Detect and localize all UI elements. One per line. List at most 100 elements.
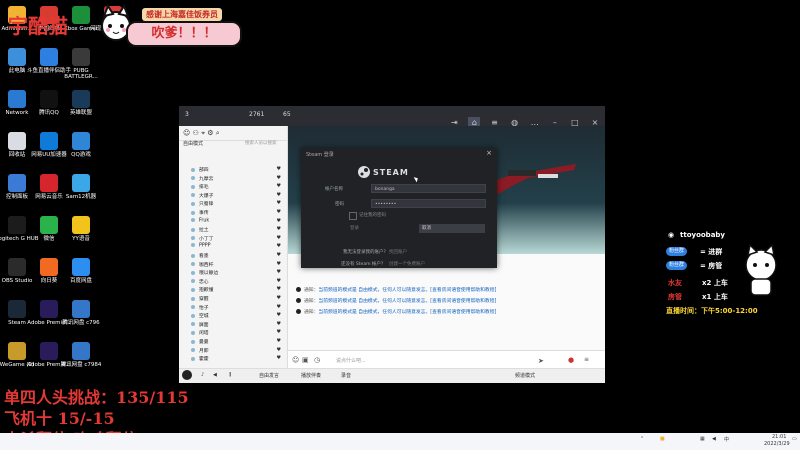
mic-toggle-icon[interactable]: ♪: [201, 372, 204, 378]
heart-icon: ♥: [276, 338, 281, 344]
forgot-question: 我无法登录我的账户?: [343, 250, 386, 255]
free-speak-button[interactable]: 自由发言: [259, 372, 279, 379]
network-icon[interactable]: ▦: [700, 436, 705, 442]
member-row[interactable]: 闲塔 ♥: [191, 329, 281, 336]
desktop-icon[interactable]: 腾讯网盘 c796: [58, 300, 104, 326]
member-avatar: [191, 243, 195, 248]
member-row[interactable]: 月即 ♥: [191, 347, 281, 354]
member-row[interactable]: 咖西杆 ♥: [191, 261, 281, 268]
desktop-icon[interactable]: 英雄联盟: [58, 90, 104, 116]
user-avatar[interactable]: [182, 370, 192, 380]
member-row[interactable]: 空城 ♥: [191, 312, 281, 319]
send-arrow-icon[interactable]: ➤: [538, 357, 544, 365]
member-row[interactable]: PPPP ♥: [191, 243, 281, 249]
tray-chevron-icon[interactable]: ⌃: [640, 436, 644, 442]
desktop-icon[interactable]: Sam12机器: [58, 174, 104, 200]
location-icon[interactable]: ⌖: [201, 129, 205, 137]
fan-group-suffix-1: = 进群: [700, 248, 723, 256]
banner-big-text: 吹爹！！！: [126, 21, 242, 47]
heart-icon: ♥: [276, 277, 281, 284]
bottom-bar: ♪ ◀ ⫼ 自由发言 播放伴奏 录音 频道模式: [179, 368, 605, 383]
taskbar: ⌃ ■ ▦ ◀ 中 21:01 2022/3/29 ▭: [0, 433, 800, 450]
info-icon: [296, 287, 301, 292]
desktop-icon-label: 腾讯网盘 c7984: [60, 362, 102, 368]
tray-app-icon[interactable]: ■: [660, 436, 665, 442]
speaker-icon[interactable]: ◀: [213, 372, 217, 378]
chat-prefix: 通知：: [304, 310, 319, 315]
app-icon: [40, 174, 58, 192]
desktop-icon[interactable]: 腾讯网盘 c7984: [58, 342, 104, 368]
login-button[interactable]: 登录: [347, 224, 397, 233]
desktop-icon[interactable]: YY语音: [58, 216, 104, 242]
member-row[interactable]: 霍霍 ♥: [191, 355, 281, 362]
member-row[interactable]: 穿醒 ♥: [191, 295, 281, 302]
chat-input[interactable]: 说点什么吧...: [336, 357, 366, 364]
member-row[interactable]: 大爆子 ♥: [191, 192, 281, 199]
member-avatar: [191, 305, 195, 310]
member-avatar: [191, 270, 195, 275]
ime-icon[interactable]: 中: [724, 436, 729, 443]
password-field[interactable]: ••••••••: [371, 199, 486, 208]
app-icon: [40, 90, 58, 108]
app-icon: [8, 48, 26, 66]
create-account-link[interactable]: 创建一个免费账户: [389, 261, 425, 267]
record-button[interactable]: 录音: [341, 372, 351, 379]
heart-icon: ♥: [276, 209, 281, 215]
clock-icon[interactable]: ◷: [314, 356, 320, 364]
gear-icon[interactable]: ⚙: [207, 129, 213, 137]
member-row[interactable]: 曼曼 ♥: [191, 338, 281, 345]
member-row[interactable]: 小丁丁 ♥: [191, 235, 281, 242]
member-row[interactable]: Fruk ♥: [191, 217, 281, 224]
member-row[interactable]: 抱歉懂 ♥: [191, 286, 281, 293]
image-icon[interactable]: ▣: [302, 356, 309, 364]
member-row[interactable]: 九摩云 ♥: [191, 175, 281, 182]
remember-checkbox[interactable]: [349, 212, 357, 220]
app-icon: [8, 300, 26, 318]
emoji-icon[interactable]: ☺: [292, 356, 299, 364]
equalizer-icon[interactable]: ⫼: [229, 372, 231, 378]
people-icon[interactable]: ⚇: [193, 129, 199, 137]
member-row[interactable]: 排毛 ♥: [191, 183, 281, 190]
accompany-button[interactable]: 播放伴奏: [301, 372, 321, 379]
member-name: 排毛: [199, 185, 209, 191]
member-row[interactable]: 拉土 ♥: [191, 226, 281, 233]
channel-mode-button[interactable]: 频道模式: [515, 372, 535, 379]
member-search-input[interactable]: 搜索人员以搜索: [245, 140, 285, 148]
desktop-icon[interactable]: PUBG BATTLEGR...: [58, 48, 104, 80]
top-item-1: 3: [185, 111, 189, 118]
member-row[interactable]: 只蜀锋 ♥: [191, 200, 281, 207]
dialog-close-icon[interactable]: ×: [486, 149, 492, 157]
member-name: 看墨: [199, 254, 209, 259]
account-field[interactable]: bonanga: [371, 184, 486, 193]
member-row[interactable]: 部四 ♥: [191, 166, 281, 173]
app-icon: [72, 6, 90, 24]
stream-info-panel: ◉ ttoyoobaby 粉丝群 = 进群 粉丝群 = 房管 水友 x2 上车 …: [662, 225, 800, 320]
member-avatar: [191, 184, 195, 189]
app-icon: [72, 174, 90, 192]
mic-icon[interactable]: ●: [568, 356, 574, 364]
member-name: 霍霍: [199, 357, 209, 363]
member-row[interactable]: 忠心 ♥: [191, 278, 281, 285]
menu-icon[interactable]: ≡: [584, 356, 589, 363]
chat-text: 当前频道的模式是 自由模式，任何人可以随意发言。[查看房间语音使用帮助和教程]: [318, 288, 497, 293]
volume-icon[interactable]: ◀: [712, 436, 716, 442]
app-icon: [40, 300, 58, 318]
member-row[interactable]: 怡子 ♥: [191, 304, 281, 311]
forgot-link[interactable]: 找回账户: [389, 249, 407, 255]
member-panel: ☺ ⚇ ⌖ ⚙ ⌕ 自由模式 搜索人员以搜索 部四 ♥ 九摩云 ♥ 排毛 ♥ 大爆子 ♥ 只蜀锋…: [179, 126, 288, 370]
member-row[interactable]: 事传 ♥: [191, 209, 281, 216]
app-icon: [72, 258, 90, 276]
desktop-icon[interactable]: 百度网盘: [58, 258, 104, 284]
chat-prefix: 通知：: [304, 299, 319, 304]
person-icon[interactable]: ☺: [183, 129, 190, 137]
heart-icon: ♥: [276, 295, 281, 301]
member-row[interactable]: 哦以静边 ♥: [191, 269, 281, 276]
member-avatar: [191, 279, 195, 284]
member-row[interactable]: 看墨 ♥: [191, 252, 281, 259]
notification-icon[interactable]: ▭: [792, 436, 797, 442]
cancel-button[interactable]: 取消: [419, 224, 485, 233]
search-icon[interactable]: ⌕: [216, 129, 220, 137]
desktop-icon[interactable]: QQ游戏: [58, 132, 104, 158]
member-name: Fruk: [199, 218, 210, 224]
member-row[interactable]: 屏面 ♥: [191, 321, 281, 328]
